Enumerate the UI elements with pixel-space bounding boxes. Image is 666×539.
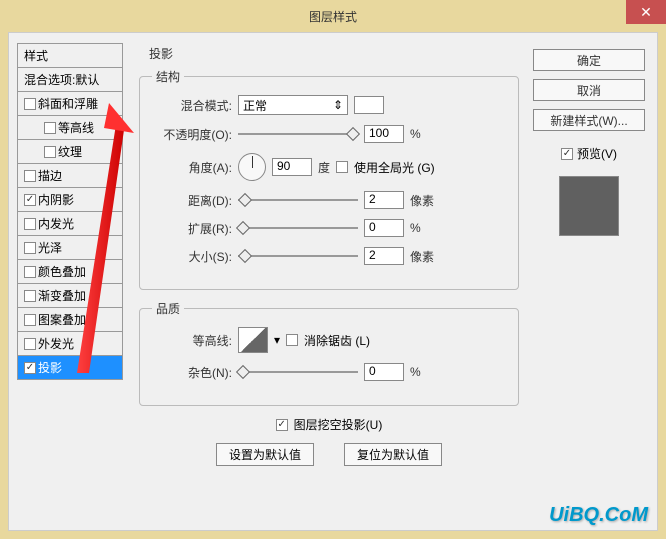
style-checkbox[interactable]: [24, 290, 36, 302]
spread-label: 扩展(R):: [152, 220, 232, 237]
styles-header[interactable]: 样式: [17, 43, 123, 68]
size-input[interactable]: 2: [364, 247, 404, 265]
style-item-8[interactable]: 渐变叠加: [17, 284, 123, 308]
style-checkbox[interactable]: [24, 170, 36, 182]
style-label: 渐变叠加: [38, 287, 86, 304]
style-checkbox[interactable]: [24, 98, 36, 110]
panel-title: 投影: [149, 45, 519, 62]
style-label: 光泽: [38, 239, 62, 256]
opacity-input[interactable]: 100: [364, 125, 404, 143]
quality-group: 品质 等高线: ▾ 消除锯齿 (L) 杂色(N): 0 %: [139, 300, 519, 406]
global-light-checkbox[interactable]: [336, 161, 348, 173]
style-label: 图案叠加: [38, 311, 86, 328]
blend-options-row[interactable]: 混合选项:默认: [17, 68, 123, 92]
structure-group: 结构 混合模式: 正常 ⇕ 不透明度(O): 100 % 角度(A):: [139, 68, 519, 290]
close-button[interactable]: ✕: [626, 0, 666, 24]
style-label: 外发光: [38, 335, 74, 352]
right-buttons: 确定 取消 新建样式(W)... 预览(V): [533, 49, 645, 236]
distance-slider[interactable]: [238, 194, 358, 206]
preview-checkbox[interactable]: [561, 148, 573, 160]
style-label: 投影: [38, 359, 62, 376]
contour-picker[interactable]: [238, 327, 268, 353]
watermark: UiBQ.CoM: [549, 504, 648, 527]
style-item-0[interactable]: 斜面和浮雕: [17, 92, 123, 116]
angle-input[interactable]: 90: [272, 158, 312, 176]
style-item-2[interactable]: 纹理: [17, 140, 123, 164]
style-label: 描边: [38, 167, 62, 184]
style-checkbox[interactable]: [24, 362, 36, 374]
style-checkbox[interactable]: [24, 218, 36, 230]
noise-slider[interactable]: [238, 366, 358, 378]
reset-default-button[interactable]: 复位为默认值: [344, 443, 442, 466]
ok-button[interactable]: 确定: [533, 49, 645, 71]
center-panel: 投影 结构 混合模式: 正常 ⇕ 不透明度(O): 100 % 角度: [139, 43, 519, 466]
opacity-label: 不透明度(O):: [152, 126, 232, 143]
style-checkbox[interactable]: [24, 338, 36, 350]
style-checkbox[interactable]: [24, 314, 36, 326]
set-default-button[interactable]: 设置为默认值: [216, 443, 314, 466]
angle-label: 角度(A):: [152, 159, 232, 176]
style-item-6[interactable]: 光泽: [17, 236, 123, 260]
structure-legend: 结构: [152, 68, 184, 85]
spread-unit: %: [410, 221, 421, 235]
style-item-1[interactable]: 等高线: [17, 116, 123, 140]
angle-dial[interactable]: [238, 153, 266, 181]
style-item-10[interactable]: 外发光: [17, 332, 123, 356]
new-style-button[interactable]: 新建样式(W)...: [533, 109, 645, 131]
style-label: 斜面和浮雕: [38, 95, 98, 112]
antialias-checkbox[interactable]: [286, 334, 298, 346]
style-item-4[interactable]: 内阴影: [17, 188, 123, 212]
style-checkbox[interactable]: [24, 194, 36, 206]
style-item-9[interactable]: 图案叠加: [17, 308, 123, 332]
antialias-label: 消除锯齿 (L): [304, 332, 370, 349]
style-checkbox[interactable]: [24, 242, 36, 254]
contour-label: 等高线:: [152, 332, 232, 349]
spread-input[interactable]: 0: [364, 219, 404, 237]
size-label: 大小(S):: [152, 248, 232, 265]
window-title: 图层样式: [309, 8, 357, 25]
titlebar: 图层样式 ✕: [0, 0, 666, 32]
knockout-checkbox[interactable]: [276, 419, 288, 431]
distance-unit: 像素: [410, 192, 434, 209]
blend-mode-select[interactable]: 正常 ⇕: [238, 95, 348, 115]
knockout-label: 图层挖空投影(U): [294, 416, 383, 433]
preview-label: 预览(V): [577, 145, 617, 162]
chevron-updown-icon: ⇕: [333, 98, 343, 112]
style-label: 内发光: [38, 215, 74, 232]
size-slider[interactable]: [238, 250, 358, 262]
style-label: 颜色叠加: [38, 263, 86, 280]
noise-unit: %: [410, 365, 421, 379]
angle-unit: 度: [318, 159, 330, 176]
style-checkbox[interactable]: [44, 146, 56, 158]
style-label: 内阴影: [38, 191, 74, 208]
style-label: 等高线: [58, 119, 94, 136]
blend-mode-label: 混合模式:: [152, 97, 232, 114]
style-item-11[interactable]: 投影: [17, 356, 123, 380]
shadow-color-swatch[interactable]: [354, 96, 384, 114]
style-checkbox[interactable]: [24, 266, 36, 278]
distance-input[interactable]: 2: [364, 191, 404, 209]
style-item-5[interactable]: 内发光: [17, 212, 123, 236]
distance-label: 距离(D):: [152, 192, 232, 209]
style-label: 纹理: [58, 143, 82, 160]
contour-chevron-icon[interactable]: ▾: [274, 333, 280, 347]
style-item-3[interactable]: 描边: [17, 164, 123, 188]
size-unit: 像素: [410, 248, 434, 265]
dialog-body: 样式 混合选项:默认 斜面和浮雕等高线纹理描边内阴影内发光光泽颜色叠加渐变叠加图…: [8, 32, 658, 531]
noise-input[interactable]: 0: [364, 363, 404, 381]
style-checkbox[interactable]: [44, 122, 56, 134]
noise-label: 杂色(N):: [152, 364, 232, 381]
preview-thumbnail: [559, 176, 619, 236]
style-item-7[interactable]: 颜色叠加: [17, 260, 123, 284]
opacity-slider[interactable]: [238, 128, 358, 140]
quality-legend: 品质: [152, 300, 184, 317]
global-light-label: 使用全局光 (G): [354, 159, 435, 176]
styles-list: 样式 混合选项:默认 斜面和浮雕等高线纹理描边内阴影内发光光泽颜色叠加渐变叠加图…: [17, 43, 123, 380]
spread-slider[interactable]: [238, 222, 358, 234]
cancel-button[interactable]: 取消: [533, 79, 645, 101]
opacity-unit: %: [410, 127, 421, 141]
